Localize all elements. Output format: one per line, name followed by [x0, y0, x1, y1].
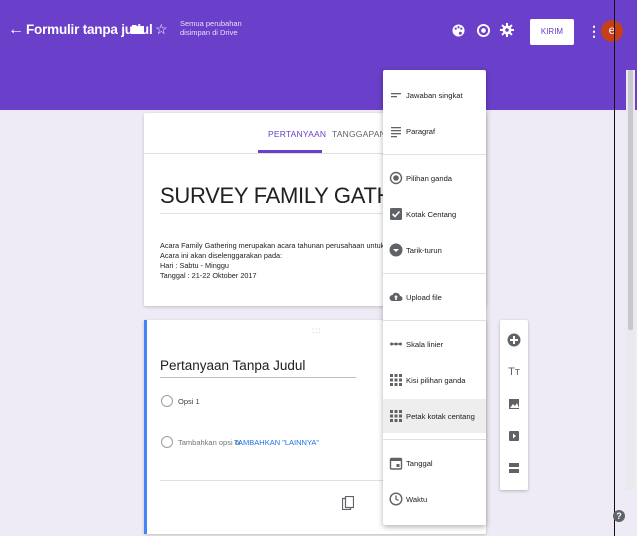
radio-icon — [161, 395, 173, 407]
checkbox-icon — [390, 208, 402, 220]
menu-item-dropdown[interactable]: Tarik-turun — [383, 233, 486, 267]
tab-questions[interactable]: PERTANYAAN — [268, 129, 326, 139]
menu-item-multiple-choice-grid[interactable]: Kisi pilihan ganda — [383, 363, 486, 397]
copy-icon[interactable] — [341, 495, 355, 515]
menu-divider — [383, 320, 486, 321]
short-answer-icon — [391, 93, 401, 98]
menu-divider — [383, 154, 486, 155]
active-card-accent — [144, 320, 147, 534]
scrollbar-thumb[interactable] — [628, 70, 633, 330]
header-bar: ← Formulir tanpa judul ☆ Semua perubahan… — [0, 0, 637, 110]
menu-item-label: Kisi pilihan ganda — [406, 376, 466, 385]
menu-item-label: Paragraf — [406, 127, 436, 136]
back-arrow-icon[interactable]: ← — [8, 21, 24, 39]
avatar[interactable]: e — [601, 20, 623, 42]
scrollbar[interactable] — [626, 70, 635, 490]
menu-item-date[interactable]: Tanggal — [383, 446, 486, 480]
menu-item-time[interactable]: Waktu — [383, 482, 486, 516]
save-status: Semua perubahan disimpan di Drive — [180, 19, 242, 37]
menu-item-multiple-choice[interactable]: Pilihan ganda — [383, 161, 486, 195]
menu-divider — [383, 273, 486, 274]
palette-icon[interactable] — [452, 24, 465, 37]
radio-icon — [161, 436, 173, 448]
header-row: ← Formulir tanpa judul ☆ Semua perubahan… — [0, 18, 623, 46]
menu-item-paragraph[interactable]: Paragraf — [383, 114, 486, 148]
paragraph-icon — [391, 127, 401, 138]
menu-item-checkbox-grid[interactable]: Petak kotak centang — [383, 399, 486, 433]
drag-handle-icon[interactable]: ::: — [312, 326, 322, 335]
gear-icon[interactable] — [500, 23, 514, 37]
tab-responses[interactable]: TANGGAPAN — [332, 129, 386, 139]
add-video-icon[interactable] — [506, 428, 522, 444]
menu-item-label: Tanggal — [406, 459, 433, 468]
help-icon[interactable]: ? — [613, 510, 625, 522]
radio-icon — [389, 171, 403, 185]
add-title-icon[interactable]: Tт — [506, 364, 522, 380]
option-1-input[interactable]: Opsi 1 — [178, 397, 200, 406]
menu-item-label: Upload file — [406, 293, 442, 302]
question-title-input[interactable]: Pertanyaan Tanpa Judul — [160, 358, 305, 373]
menu-item-label: Pilihan ganda — [406, 174, 453, 183]
add-image-icon[interactable] — [506, 396, 522, 412]
menu-item-label: Petak kotak centang — [406, 412, 475, 421]
clock-icon — [389, 492, 403, 506]
add-section-icon[interactable] — [506, 460, 522, 476]
checkbox-grid-icon — [390, 410, 402, 422]
menu-item-label: Skala linier — [406, 340, 444, 349]
title-underline — [160, 213, 382, 214]
eye-icon[interactable] — [477, 24, 490, 37]
menu-item-label: Jawaban singkat — [406, 91, 463, 100]
menu-item-file-upload[interactable]: Upload file — [383, 280, 486, 314]
menu-item-short-answer[interactable]: Jawaban singkat — [383, 78, 486, 112]
menu-item-label: Kotak Centang — [406, 210, 457, 219]
cloud-upload-icon — [389, 292, 403, 301]
side-toolbar: Tт — [500, 320, 528, 490]
dropdown-icon — [389, 243, 403, 257]
menu-item-checkboxes[interactable]: Kotak Centang — [383, 197, 486, 231]
question-title-underline — [160, 377, 356, 378]
add-other-link[interactable]: TAMBAHKAN "LAINNYA" — [234, 438, 319, 447]
menu-divider — [383, 439, 486, 440]
add-option-input[interactable]: Tambahkan opsi or — [178, 438, 241, 447]
grid-icon — [390, 374, 402, 386]
divider-line — [614, 0, 615, 536]
menu-item-label: Waktu — [406, 495, 428, 504]
calendar-icon — [389, 457, 403, 470]
question-type-menu: Jawaban singkat Paragraf Pilihan ganda K… — [383, 70, 486, 525]
folder-icon[interactable] — [132, 24, 144, 34]
menu-item-linear-scale[interactable]: Skala linier — [383, 327, 486, 361]
active-tab-indicator — [258, 150, 322, 153]
menu-item-label: Tarik-turun — [406, 246, 442, 255]
send-button[interactable]: KIRIM — [530, 19, 574, 45]
add-option-text[interactable]: Tambahkan opsi — [178, 438, 233, 447]
add-question-icon[interactable] — [506, 332, 522, 348]
linear-scale-icon — [390, 342, 402, 346]
more-vert-icon[interactable]: ⋮ — [587, 23, 601, 40]
star-icon[interactable]: ☆ — [155, 21, 168, 38]
